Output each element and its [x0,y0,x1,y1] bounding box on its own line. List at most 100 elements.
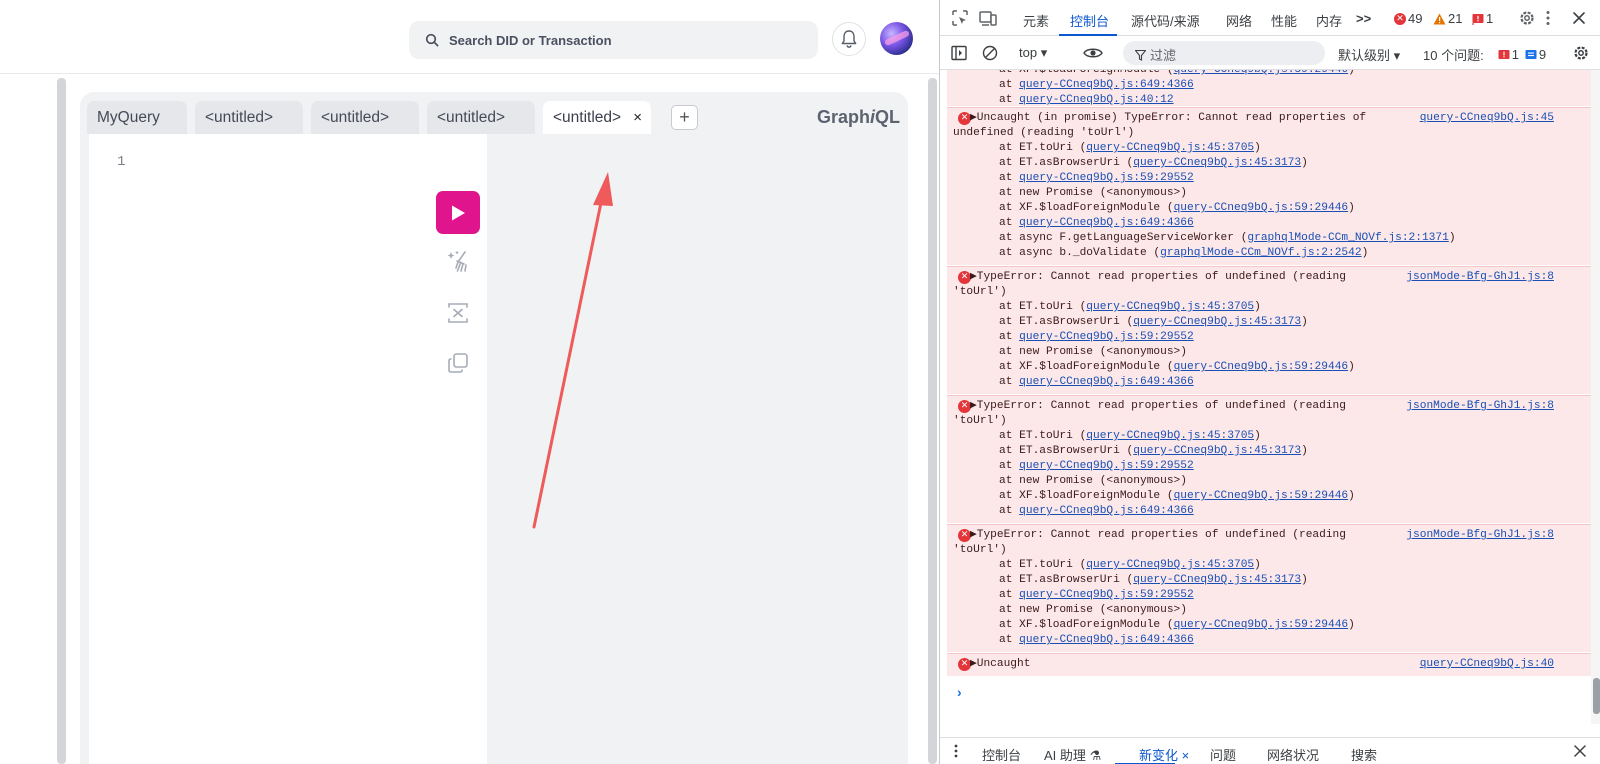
console-scrollbar[interactable] [1591,70,1600,724]
stack-source-link[interactable]: query-CCneq9bQ.js:59:29446 [1174,490,1349,502]
console-error-message[interactable]: ✕ ▶TypeError: Cannot read properties of u… [947,524,1591,652]
message-source-link[interactable]: query-CCneq9bQ.js:40 [1420,657,1554,672]
stack-source-link[interactable]: query-CCneq9bQ.js:649:4366 [1019,505,1194,517]
stack-source-link[interactable]: graphqlMode-CCm_NOVf.js:2:2542 [1160,247,1361,259]
graphiql-tab-myquery[interactable]: MyQuery [87,101,187,134]
left-gutter-scrollbar[interactable] [57,78,66,764]
issues-counter[interactable]: 10 个问题: 1 9 [1423,45,1546,64]
add-tab-button[interactable]: + [671,105,698,130]
stack-source-link[interactable]: query-CCneq9bQ.js:45:3173 [1133,445,1301,457]
console-output[interactable]: at XF.$loadForeignModule (query-CCneq9bQ… [940,70,1591,724]
drawer-menu-icon[interactable] [954,744,958,758]
avatar[interactable] [880,22,913,55]
drawer-tab-search[interactable]: 搜索 [1351,745,1377,764]
stack-source-link[interactable]: query-CCneq9bQ.js:45:3705 [1086,559,1254,571]
drawer-tab-network-conditions[interactable]: 网络状况 [1267,745,1319,764]
devtools-tab-performance[interactable]: 性能 [1271,11,1297,30]
context-select[interactable]: top ▾ [1019,45,1047,61]
devtools-tab-network[interactable]: 网络 [1226,11,1252,30]
stack-source-link[interactable]: query-CCneq9bQ.js:649:4366 [1019,217,1194,229]
console-scrollbar-thumb[interactable] [1593,678,1600,714]
console-error-message-partial[interactable]: at XF.$loadForeignModule (query-CCneq9bQ… [947,70,1591,106]
copy-query-button[interactable] [444,349,472,377]
devtools-panel: 元素 控制台 源代码/来源 网络 性能 内存 >> ✕ 49 21 1 top … [939,0,1600,764]
graphiql-tab-untitled-1[interactable]: <untitled> [195,101,303,134]
stack-source-link[interactable]: query-CCneq9bQ.js:59:29446 [1174,361,1349,373]
stack-line: at new Promise (<anonymous>) [999,475,1187,487]
graphiql-tab-untitled-active[interactable]: <untitled> × [543,101,651,134]
devtools-tab-sources[interactable]: 源代码/来源 [1131,11,1200,30]
stack-source-link[interactable]: query-CCneq9bQ.js:59:29552 [1019,589,1194,601]
error-count-badge[interactable]: ✕ 49 [1394,11,1422,26]
stack-source-link[interactable]: query-CCneq9bQ.js:59:29446 [1174,70,1349,76]
stack-source-link[interactable]: query-CCneq9bQ.js:40:12 [1019,94,1173,106]
notifications-button[interactable] [832,22,866,56]
stack-source-link[interactable]: query-CCneq9bQ.js:649:4366 [1019,634,1194,646]
stack-source-link[interactable]: query-CCneq9bQ.js:45:3705 [1086,301,1254,313]
clear-console-icon[interactable] [982,45,998,61]
console-error-message[interactable]: ✕ ▶Uncaught query-CCneq9bQ.js:40 [947,653,1591,676]
console-error-message[interactable]: ✕ ▶Uncaught (in promise) TypeError: Canno… [947,107,1591,265]
console-error-message[interactable]: ✕ ▶TypeError: Cannot read properties of u… [947,395,1591,523]
close-devtools-icon[interactable] [1572,9,1586,27]
device-toolbar-icon[interactable] [978,9,998,27]
stack-source-link[interactable]: query-CCneq9bQ.js:59:29446 [1174,202,1349,214]
drawer-tab-console[interactable]: 控制台 [982,745,1021,764]
graphiql-tab-untitled-2[interactable]: <untitled> [311,101,419,134]
error-summary[interactable]: ▶TypeError: Cannot read properties of un… [970,528,1346,543]
devtools-tab-console[interactable]: 控制台 [1070,11,1109,30]
stack-source-link[interactable]: query-CCneq9bQ.js:45:3173 [1133,574,1301,586]
close-tab-icon[interactable]: × [633,109,642,126]
error-summary[interactable]: ▶TypeError: Cannot read properties of un… [970,399,1346,414]
drawer-tab-ai-assistant[interactable]: AI 助理 ⚗ [1044,745,1101,764]
prettify-button[interactable] [444,247,472,275]
stack-source-link[interactable]: query-CCneq9bQ.js:45:3705 [1086,430,1254,442]
warning-count-badge[interactable]: 21 [1433,11,1462,26]
search-input[interactable]: Search DID or Transaction [409,21,818,59]
graphiql-tab-untitled-3[interactable]: <untitled> [427,101,535,134]
stack-source-link[interactable]: query-CCneq9bQ.js:59:29552 [1019,331,1194,343]
console-error-message[interactable]: ✕ ▶TypeError: Cannot read properties of u… [947,266,1591,394]
stack-source-link[interactable]: query-CCneq9bQ.js:649:4366 [1019,79,1194,91]
search-icon [425,33,439,47]
stack-source-link[interactable]: query-CCneq9bQ.js:45:3705 [1086,142,1254,154]
stack-source-link[interactable]: graphqlMode-CCm_NOVf.js:2:1371 [1247,232,1448,244]
error-summary[interactable]: ▶TypeError: Cannot read properties of un… [970,270,1346,285]
stack-source-link[interactable]: query-CCneq9bQ.js:59:29446 [1174,619,1349,631]
console-settings-gear-icon[interactable] [1572,44,1590,62]
inspect-element-icon[interactable] [951,9,969,27]
drawer-tab-issues[interactable]: 问题 [1210,745,1236,764]
stack-line: at query-CCneq9bQ.js:40:12 [999,94,1174,106]
message-source-link[interactable]: query-CCneq9bQ.js:45 [1420,111,1554,126]
stack-source-link[interactable]: query-CCneq9bQ.js:45:3173 [1133,316,1301,328]
page-scrollbar[interactable] [928,78,937,764]
error-summary[interactable]: ▶Uncaught (in promise) TypeError: Cannot… [970,111,1366,126]
stack-source-link[interactable]: query-CCneq9bQ.js:45:3173 [1133,157,1301,169]
message-source-link[interactable]: jsonMode-Bfg-GhJ1.js:8 [1406,528,1554,543]
error-summary[interactable]: ▶Uncaught [970,657,1030,672]
drawer-tab-whats-new[interactable]: 新变化 × [1139,745,1189,764]
stack-source-link[interactable]: query-CCneq9bQ.js:649:4366 [1019,376,1194,388]
devtools-tab-memory[interactable]: 内存 [1316,11,1342,30]
more-tabs-button[interactable]: >> [1356,11,1371,26]
live-expression-eye-icon[interactable] [1083,46,1103,60]
more-options-icon[interactable] [1545,9,1551,27]
sidebar-toggle-icon[interactable] [951,45,967,61]
close-drawer-tab-icon[interactable]: × [1182,748,1190,763]
issue-flag-badge[interactable]: 1 [1472,11,1493,26]
log-level-select[interactable]: 默认级别 ▾ [1338,45,1400,64]
merge-fragments-button[interactable] [444,299,472,327]
stack-line: at XF.$loadForeignModule (query-CCneq9bQ… [999,619,1355,631]
close-drawer-icon[interactable] [1574,745,1586,757]
console-filter-input[interactable]: 过滤 [1123,41,1325,65]
stack-source-link[interactable]: query-CCneq9bQ.js:59:29552 [1019,172,1194,184]
settings-gear-icon[interactable] [1518,9,1536,27]
query-editor[interactable]: 1 [89,134,487,764]
run-query-button[interactable] [436,191,480,234]
console-prompt[interactable]: › [957,684,962,700]
devtools-tab-elements[interactable]: 元素 [1023,11,1049,30]
stack-source-link[interactable]: query-CCneq9bQ.js:59:29552 [1019,460,1194,472]
message-source-link[interactable]: jsonMode-Bfg-GhJ1.js:8 [1406,399,1554,414]
message-source-link[interactable]: jsonMode-Bfg-GhJ1.js:8 [1406,270,1554,285]
app-header: Search DID or Transaction [0,0,939,74]
